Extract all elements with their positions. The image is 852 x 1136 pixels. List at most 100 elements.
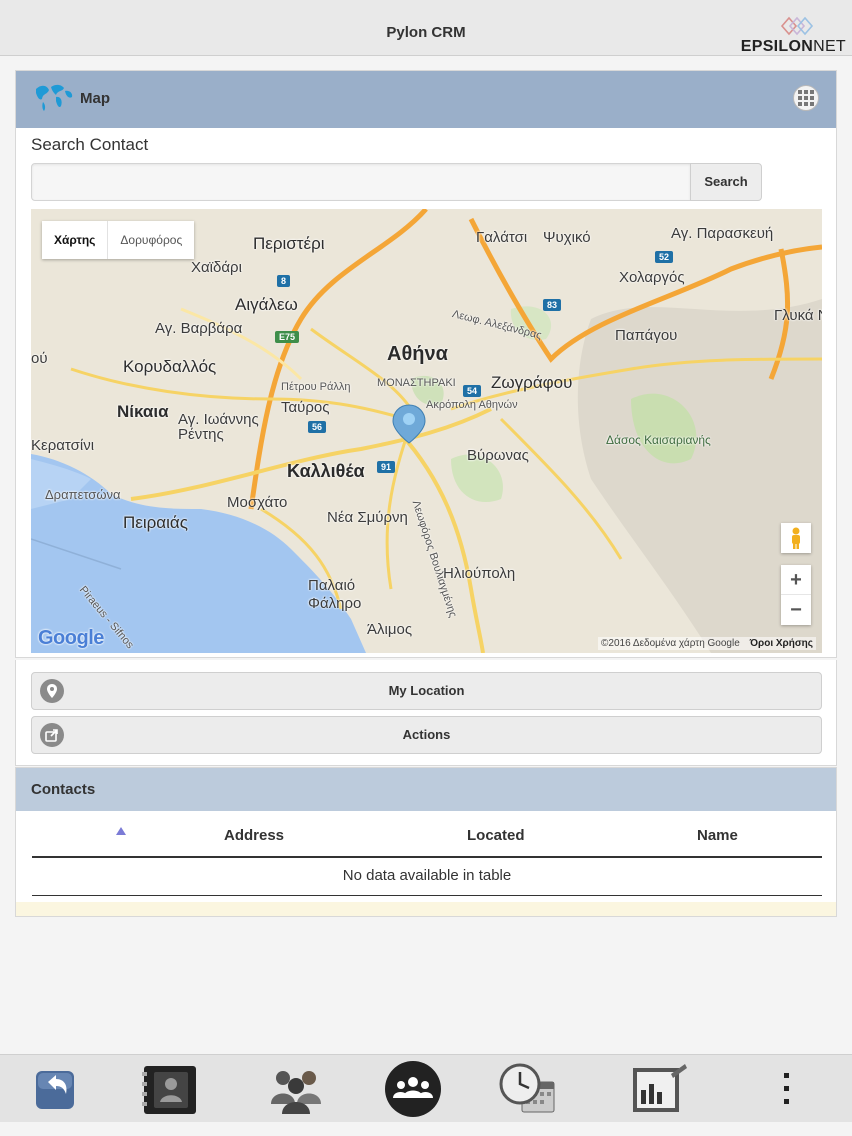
map-label: Ψυχικό bbox=[543, 229, 591, 246]
street-view-button[interactable] bbox=[781, 523, 811, 553]
map-label: ΜΟΝΑΣΤΗΡΑΚΙ bbox=[377, 377, 456, 389]
road-shield: 8 bbox=[277, 275, 291, 287]
map-view[interactable]: Χάρτης Δορυφόρος Περιστέρι Γαλάτσι Ψυχικ… bbox=[31, 209, 822, 653]
my-location-button[interactable]: My Location bbox=[31, 672, 822, 710]
groups-button[interactable] bbox=[382, 1060, 444, 1118]
map-panel-title: Map bbox=[80, 90, 110, 107]
map-panel: Map Search Contact Search Χάρτης Δορυφόρ… bbox=[15, 70, 837, 658]
map-label: Δάσος Καισαριανής bbox=[606, 433, 711, 447]
map-type-control: Χάρτης Δορυφόρος bbox=[42, 221, 195, 259]
location-pin-icon bbox=[40, 679, 64, 703]
column-header-address[interactable]: Address bbox=[224, 827, 284, 844]
grid-menu-button[interactable] bbox=[793, 85, 819, 111]
back-button[interactable] bbox=[24, 1060, 86, 1118]
address-book-button[interactable] bbox=[138, 1060, 200, 1118]
search-button[interactable]: Search bbox=[690, 163, 762, 201]
map-label: Βύρωνας bbox=[467, 447, 529, 464]
map-canvas[interactable] bbox=[31, 209, 822, 653]
zoom-in-button[interactable]: + bbox=[781, 565, 811, 595]
map-label: Άλιμος bbox=[367, 621, 413, 638]
map-label: Ταύρος bbox=[281, 399, 330, 416]
contacts-group-button[interactable] bbox=[265, 1060, 327, 1118]
map-label: Πέτρου Ράλλη bbox=[281, 381, 351, 393]
top-bar: Pylon CRM EPSILONNET bbox=[0, 0, 852, 56]
actions-button[interactable]: Actions bbox=[31, 716, 822, 754]
share-action-icon bbox=[40, 723, 64, 747]
map-label: Παλαιό Φάληρο bbox=[308, 577, 362, 612]
map-label: Αιγάλεω bbox=[235, 295, 298, 314]
map-label: Ακρόπολη Αθηνών bbox=[426, 399, 518, 411]
action-buttons-panel: My Location Actions bbox=[15, 660, 837, 766]
table-header-row: Address Located Name bbox=[32, 811, 822, 858]
map-label: Κορυδαλλός bbox=[123, 357, 217, 376]
map-attribution: ©2016 Δεδομένα χάρτη Google Όροι Χρήσης bbox=[598, 637, 816, 650]
map-label: Γαλάτσι bbox=[476, 229, 528, 246]
map-label: Κερατσίνι bbox=[31, 437, 95, 454]
more-icon bbox=[784, 1073, 789, 1104]
back-icon bbox=[36, 1071, 74, 1109]
map-label: Ζωγράφου bbox=[491, 373, 573, 392]
pegman-icon bbox=[792, 527, 800, 549]
contacts-title: Contacts bbox=[31, 781, 96, 798]
report-button[interactable] bbox=[627, 1060, 689, 1118]
app-title: Pylon CRM bbox=[386, 24, 466, 41]
zoom-control: + − bbox=[781, 565, 811, 625]
actions-label: Actions bbox=[402, 727, 451, 742]
road-shield: 52 bbox=[655, 251, 674, 263]
logo-text-main: EPSILON bbox=[740, 38, 814, 55]
map-label: Μοσχάτο bbox=[227, 494, 288, 511]
map-panel-header: Map bbox=[16, 71, 836, 128]
map-type-satellite-tab[interactable]: Δορυφόρος bbox=[108, 221, 194, 259]
search-contact-input[interactable] bbox=[31, 163, 691, 201]
terms-link[interactable]: Όροι Χρήσης bbox=[750, 638, 813, 649]
contacts-header: Contacts bbox=[16, 768, 836, 811]
map-label: Ηλιούπολη bbox=[443, 565, 516, 582]
zoom-out-button[interactable]: − bbox=[781, 595, 811, 625]
contacts-panel: Contacts Address Located Name No data av… bbox=[15, 767, 837, 917]
more-options-button[interactable] bbox=[756, 1060, 818, 1118]
bottom-navigation bbox=[0, 1054, 852, 1122]
sort-ascending-icon[interactable] bbox=[116, 827, 126, 835]
world-map-icon bbox=[36, 84, 73, 111]
contacts-group-icon bbox=[271, 1071, 321, 1114]
map-label: Αγ. Ιωάννης Ρέντης bbox=[178, 411, 259, 443]
google-logo: Google bbox=[38, 627, 104, 650]
contacts-footer bbox=[16, 902, 836, 916]
road-shield: 54 bbox=[463, 385, 482, 397]
search-row: Search bbox=[31, 163, 762, 201]
contacts-table: Address Located Name No data available i… bbox=[32, 811, 822, 896]
map-label: ού bbox=[31, 350, 48, 367]
map-label: Πειραιάς bbox=[123, 513, 188, 532]
google-logo-text: Google bbox=[38, 627, 104, 649]
table-empty-message: No data available in table bbox=[32, 858, 822, 896]
map-label: Καλλιθέα bbox=[287, 461, 365, 481]
map-label: Αθήνα bbox=[387, 343, 448, 365]
report-icon bbox=[633, 1064, 687, 1112]
map-label: Αγ. Βαρβάρα bbox=[155, 320, 243, 337]
map-label: Χολαργός bbox=[619, 269, 685, 286]
schedule-button[interactable] bbox=[496, 1060, 558, 1118]
map-type-map-tab[interactable]: Χάρτης bbox=[42, 221, 109, 259]
map-label: Γλυκά Ν bbox=[774, 307, 822, 324]
road-shield: 83 bbox=[543, 299, 562, 311]
map-label: Δραπετσώνα bbox=[45, 487, 121, 502]
my-location-label: My Location bbox=[388, 683, 465, 698]
schedule-icon bbox=[499, 1063, 555, 1113]
attribution-text: ©2016 Δεδομένα χάρτη Google bbox=[601, 638, 740, 649]
column-header-name[interactable]: Name bbox=[697, 827, 738, 844]
logo-text-tail: NET bbox=[813, 38, 846, 55]
epsilonnet-logo: EPSILONNET bbox=[734, 14, 846, 56]
map-label: Χαϊδάρι bbox=[191, 259, 242, 276]
road-shield: E75 bbox=[275, 331, 300, 343]
column-header-located[interactable]: Located bbox=[467, 827, 525, 844]
groups-icon bbox=[385, 1061, 441, 1117]
road-shield: 91 bbox=[377, 461, 396, 473]
map-label: Περιστέρι bbox=[253, 234, 325, 253]
road-shield: 56 bbox=[308, 421, 327, 433]
map-label: Νίκαια bbox=[117, 402, 169, 421]
map-label: Αγ. Παρασκευή bbox=[671, 225, 774, 242]
address-book-icon bbox=[142, 1066, 196, 1114]
map-label: Νέα Σμύρνη bbox=[327, 509, 408, 526]
map-label: Παπάγου bbox=[615, 327, 678, 344]
search-contact-label: Search Contact bbox=[31, 135, 149, 154]
